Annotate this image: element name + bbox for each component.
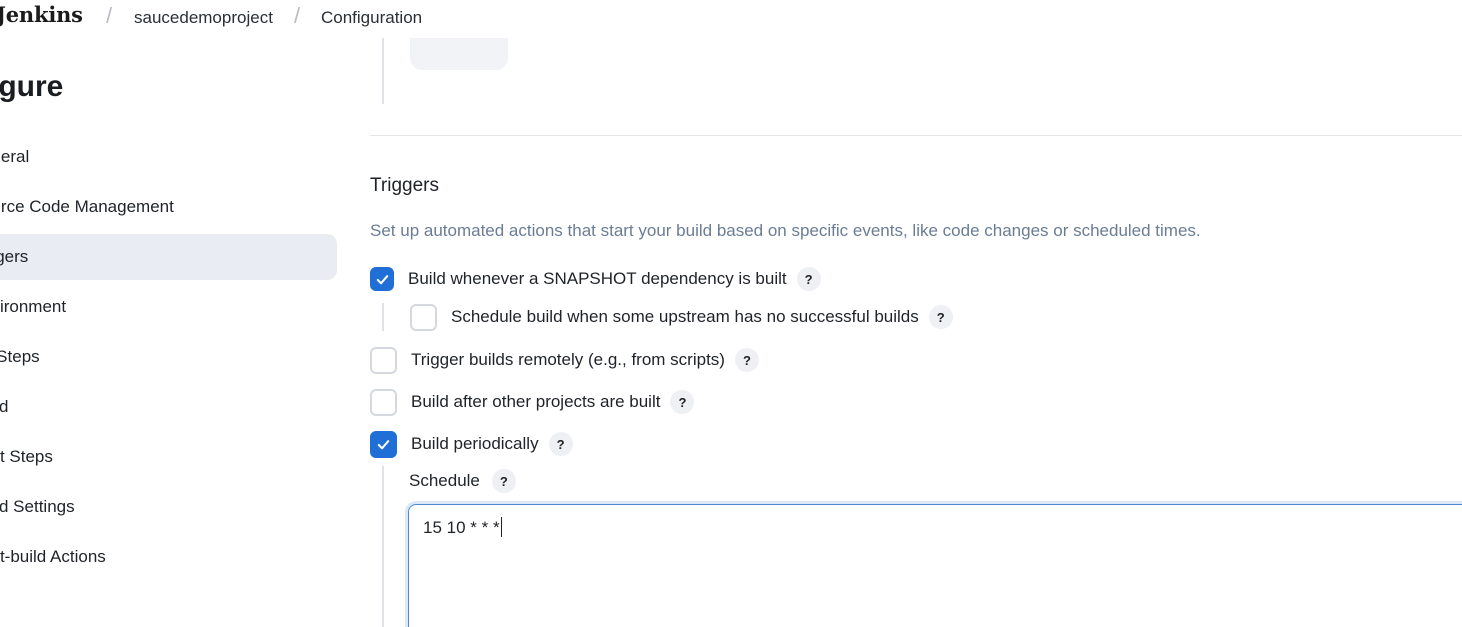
- build-periodically-checkbox[interactable]: [370, 430, 397, 458]
- trigger-remotely-label[interactable]: Trigger builds remotely (e.g., from scri…: [411, 350, 725, 370]
- sidebar-item-label: nvironment: [0, 297, 67, 316]
- nest-line: [382, 38, 384, 104]
- nest-line: [382, 466, 384, 627]
- sidebar-nav: eneral ource Code Management iggers nvir…: [0, 134, 337, 584]
- trigger-remotely-checkbox[interactable]: [370, 346, 397, 374]
- sidebar-item-label: e Steps: [0, 347, 40, 366]
- sidebar-item-label: iggers: [0, 247, 29, 266]
- sidebar-item-build-settings[interactable]: uild Settings: [0, 484, 337, 530]
- triggers-section-description: Set up automated actions that start your…: [370, 221, 1201, 240]
- option-trigger-remotely: Trigger builds remotely (e.g., from scri…: [370, 346, 759, 374]
- top-header: Jenkins / saucedemoproject / Configurati…: [0, 0, 620, 36]
- breadcrumb-separator: /: [294, 3, 301, 28]
- help-icon[interactable]: ?: [670, 390, 695, 414]
- schedule-field-label: Schedule ?: [409, 468, 516, 494]
- section-divider: [370, 135, 1462, 136]
- previous-section-button[interactable]: [410, 38, 508, 70]
- build-after-other-label[interactable]: Build after other projects are built: [411, 392, 660, 412]
- nest-line: [382, 303, 384, 331]
- schedule-value: 15 10 * * *: [423, 518, 500, 537]
- sidebar-item-label: ost Steps: [0, 447, 53, 466]
- help-icon[interactable]: ?: [796, 267, 821, 291]
- jenkins-configure-page: Jenkins / saucedemoproject / Configurati…: [0, 0, 1462, 627]
- sidebar-item-general[interactable]: eneral: [0, 134, 337, 180]
- sidebar-item-label: uild Settings: [0, 497, 75, 516]
- text-caret: [500, 517, 502, 537]
- triggers-section-title: Triggers: [370, 175, 439, 196]
- sidebar-item-label: ost-build Actions: [0, 547, 106, 566]
- option-upstream-no-success: Schedule build when some upstream has no…: [410, 303, 953, 331]
- sidebar-item-label: ource Code Management: [0, 197, 174, 216]
- page-title: figure: [0, 70, 64, 103]
- sidebar-item-environment[interactable]: nvironment: [0, 284, 337, 330]
- help-icon[interactable]: ?: [928, 305, 953, 329]
- build-after-other-checkbox[interactable]: [370, 388, 397, 416]
- schedule-textarea[interactable]: 15 10 * * *: [408, 504, 1462, 627]
- check-icon: [377, 439, 390, 449]
- sidebar-item-triggers[interactable]: iggers: [0, 234, 337, 280]
- option-snapshot-dependency: Build whenever a SNAPSHOT dependency is …: [370, 265, 821, 293]
- sidebar-item-label: uild: [0, 397, 9, 416]
- sidebar-item-build[interactable]: uild: [0, 384, 337, 430]
- help-icon[interactable]: ?: [491, 469, 516, 493]
- option-build-after-other: Build after other projects are built ?: [370, 388, 695, 416]
- breadcrumb-configuration[interactable]: Configuration: [321, 8, 422, 28]
- check-icon: [376, 274, 388, 284]
- jenkins-logo[interactable]: Jenkins: [0, 2, 83, 27]
- help-icon[interactable]: ?: [734, 348, 759, 372]
- snapshot-dependency-checkbox[interactable]: [370, 267, 394, 291]
- sidebar-item-source-code-management[interactable]: ource Code Management: [0, 184, 337, 230]
- breadcrumb-separator: /: [106, 3, 113, 28]
- help-icon[interactable]: ?: [548, 432, 573, 456]
- upstream-no-success-checkbox[interactable]: [410, 303, 437, 331]
- build-periodically-label[interactable]: Build periodically: [411, 434, 539, 454]
- upstream-no-success-label[interactable]: Schedule build when some upstream has no…: [451, 307, 919, 327]
- sidebar-item-post-steps[interactable]: ost Steps: [0, 434, 337, 480]
- sidebar-item-label: eneral: [0, 147, 30, 166]
- sidebar-item-pre-steps[interactable]: e Steps: [0, 334, 337, 380]
- option-build-periodically: Build periodically ?: [370, 430, 573, 458]
- sidebar-item-post-build-actions[interactable]: ost-build Actions: [0, 534, 337, 580]
- schedule-label: Schedule: [409, 471, 480, 490]
- snapshot-dependency-label[interactable]: Build whenever a SNAPSHOT dependency is …: [408, 269, 787, 289]
- breadcrumb-project[interactable]: saucedemoproject: [134, 8, 273, 28]
